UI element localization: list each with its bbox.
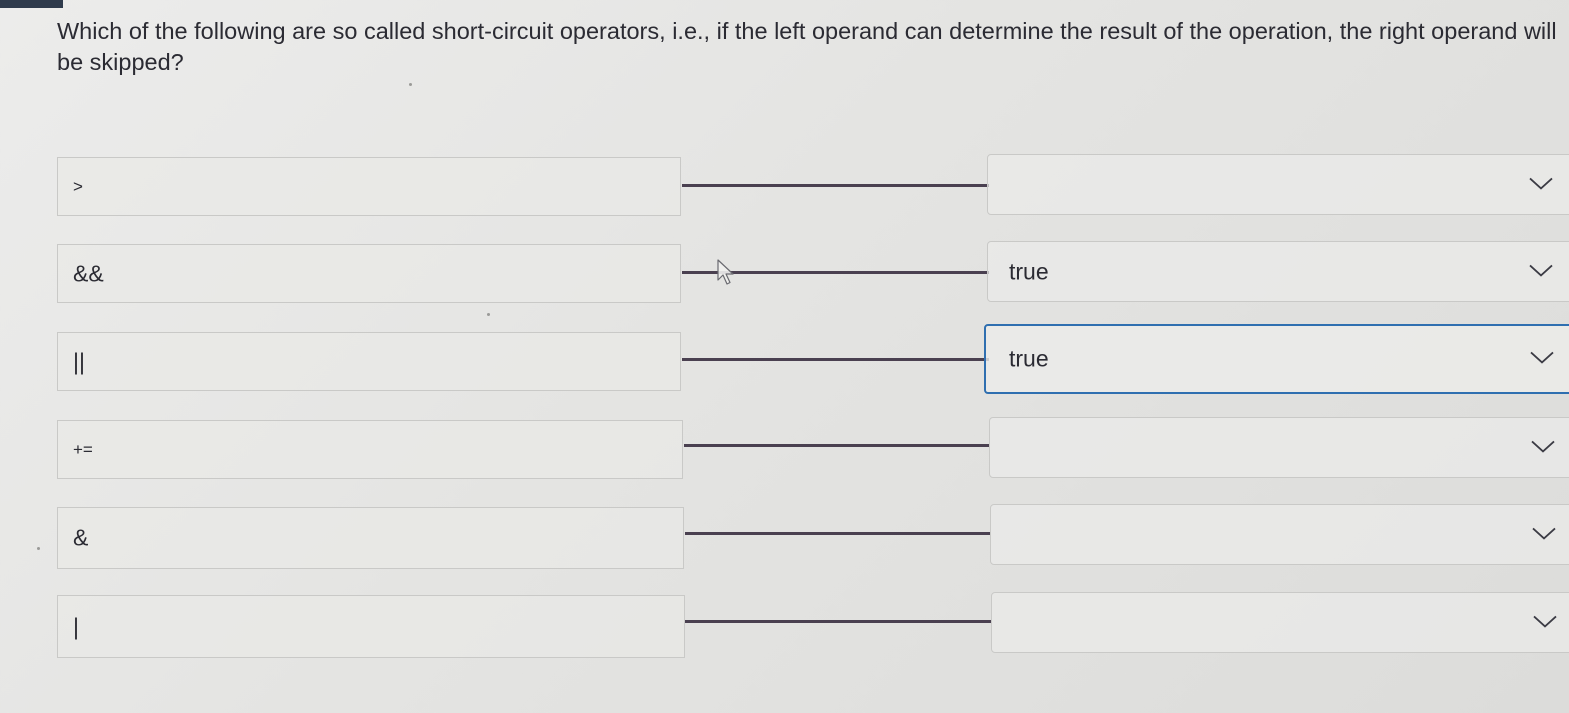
answer-dropdown[interactable] [989,417,1569,478]
answer-selected-value: true [1009,258,1049,284]
operator-label: > [73,176,83,196]
screen-speck [487,313,490,316]
answer-dropdown[interactable] [991,592,1569,653]
question-text: Which of the following are so called sho… [57,18,1557,75]
screen-speck [409,83,412,86]
answer-dropdown[interactable] [990,504,1569,565]
answer-dropdown[interactable]: true [984,324,1569,394]
mouse-pointer-icon [717,259,734,285]
chevron-down-icon [1533,615,1557,628]
operator-label: && [73,260,104,286]
answer-dropdown[interactable] [987,154,1569,215]
operator-box: || [57,332,681,391]
chevron-down-icon [1531,440,1555,453]
chevron-down-icon [1530,351,1554,364]
operator-label: & [73,524,89,551]
chevron-down-icon [1529,264,1553,277]
operator-box: & [57,507,684,569]
chevron-down-icon [1529,177,1553,190]
connector-line [684,444,990,447]
connector-line [685,620,991,623]
answer-selected-value: true [1009,345,1049,372]
match-row: & [0,504,1569,571]
match-row: | [0,592,1569,659]
connector-line [685,532,990,535]
operator-box: && [57,244,681,303]
match-row: && true [0,241,1569,308]
operator-box: > [57,157,681,216]
screen-speck [37,547,40,550]
match-row: += [0,417,1569,484]
connector-line [682,358,989,361]
operator-label: += [73,439,93,459]
operator-label: | [73,613,79,639]
operator-label: || [73,348,85,374]
match-row: > [0,154,1569,221]
operator-box: | [57,595,685,658]
chevron-down-icon [1532,527,1556,540]
answer-dropdown[interactable]: true [987,241,1569,302]
match-row: || true [0,324,1569,396]
connector-line [682,184,989,187]
operator-box: += [57,420,683,479]
top-left-corner-mark [0,0,63,8]
